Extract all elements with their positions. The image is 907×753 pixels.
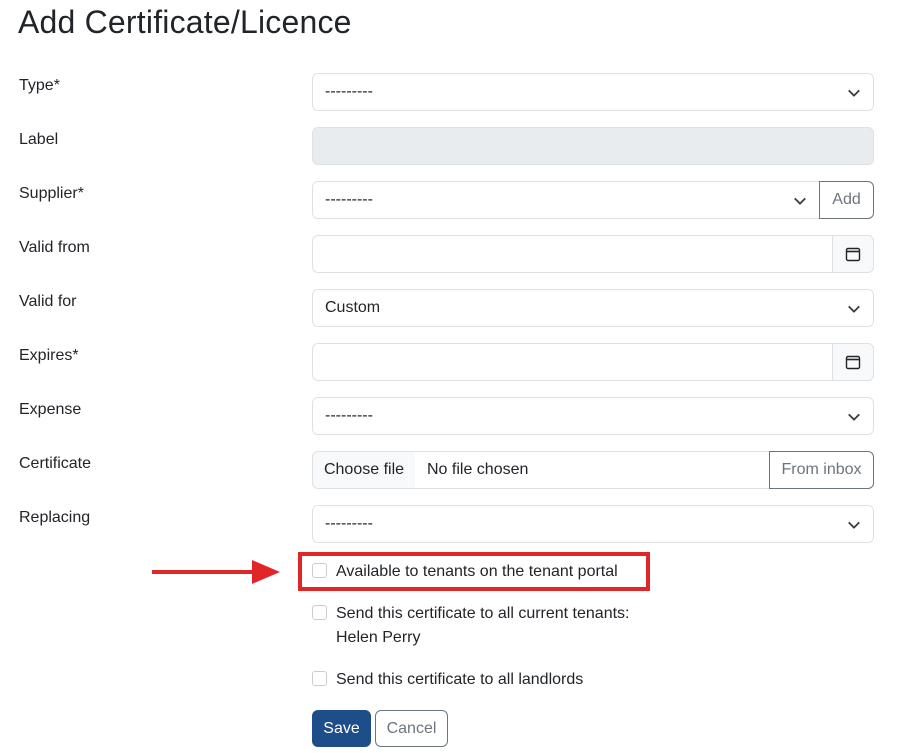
send-landlords-label: Send this certificate to all landlords bbox=[336, 671, 584, 688]
add-supplier-button[interactable]: Add bbox=[819, 181, 874, 219]
type-value: --------- bbox=[325, 83, 373, 100]
expense-row: Expense --------- bbox=[0, 397, 907, 435]
chevron-down-icon bbox=[794, 197, 806, 205]
certificate-label: Certificate bbox=[19, 455, 92, 472]
expires-input[interactable] bbox=[312, 343, 833, 381]
valid-from-group bbox=[312, 235, 874, 273]
supplier-select[interactable]: --------- bbox=[312, 181, 820, 219]
replacing-row: Replacing --------- bbox=[0, 505, 907, 543]
label-row: Label bbox=[0, 127, 907, 165]
cancel-button[interactable]: Cancel bbox=[375, 710, 448, 747]
tenant-portal-checkbox[interactable] bbox=[312, 563, 327, 578]
valid-for-value: Custom bbox=[325, 299, 381, 316]
calendar-icon bbox=[845, 247, 861, 262]
send-tenants-checkbox[interactable] bbox=[312, 605, 327, 620]
tenant-name: Helen Perry bbox=[336, 629, 421, 646]
send-tenants-label: Send this certificate to all current ten… bbox=[336, 605, 630, 622]
calendar-icon bbox=[845, 355, 861, 370]
expires-label: Expires* bbox=[19, 347, 79, 364]
supplier-row: Supplier* --------- Add bbox=[0, 181, 907, 219]
supplier-value: --------- bbox=[325, 191, 373, 208]
arrow-right-icon bbox=[152, 560, 280, 584]
chevron-down-icon bbox=[848, 413, 860, 421]
expense-label: Expense bbox=[19, 401, 82, 418]
file-status: No file chosen bbox=[415, 451, 770, 489]
valid-from-label: Valid from bbox=[19, 239, 90, 256]
choose-file-button[interactable]: Choose file bbox=[312, 451, 416, 489]
replacing-value: --------- bbox=[325, 515, 373, 532]
supplier-label: Supplier* bbox=[19, 185, 84, 202]
expires-calendar-button[interactable] bbox=[832, 343, 874, 381]
valid-for-label: Valid for bbox=[19, 293, 77, 310]
type-row: Type* --------- bbox=[0, 73, 907, 111]
send-landlords-checkbox[interactable] bbox=[312, 671, 327, 686]
expires-group bbox=[312, 343, 874, 381]
label-label: Label bbox=[19, 131, 59, 148]
type-label: Type* bbox=[19, 77, 60, 94]
expense-value: --------- bbox=[325, 407, 373, 424]
certificate-row: Certificate Choose file No file chosen F… bbox=[0, 451, 907, 489]
chevron-down-icon bbox=[848, 305, 860, 313]
chevron-down-icon bbox=[848, 89, 860, 97]
save-button[interactable]: Save bbox=[312, 710, 371, 747]
expires-row: Expires* bbox=[0, 343, 907, 381]
valid-for-row: Valid for Custom bbox=[0, 289, 907, 327]
valid-from-calendar-button[interactable] bbox=[832, 235, 874, 273]
from-inbox-button[interactable]: From inbox bbox=[769, 451, 874, 489]
tenant-portal-label: Available to tenants on the tenant porta… bbox=[336, 563, 618, 580]
expense-select[interactable]: --------- bbox=[312, 397, 874, 435]
supplier-group: --------- Add bbox=[312, 181, 874, 219]
valid-from-input[interactable] bbox=[312, 235, 833, 273]
valid-for-select[interactable]: Custom bbox=[312, 289, 874, 327]
chevron-down-icon bbox=[848, 521, 860, 529]
label-input bbox=[312, 127, 874, 165]
certificate-group: Choose file No file chosen From inbox bbox=[312, 451, 874, 489]
replacing-label: Replacing bbox=[19, 509, 91, 526]
replacing-select[interactable]: --------- bbox=[312, 505, 874, 543]
type-select[interactable]: --------- bbox=[312, 73, 874, 111]
valid-from-row: Valid from bbox=[0, 235, 907, 273]
page-title: Add Certificate/Licence bbox=[18, 4, 352, 40]
